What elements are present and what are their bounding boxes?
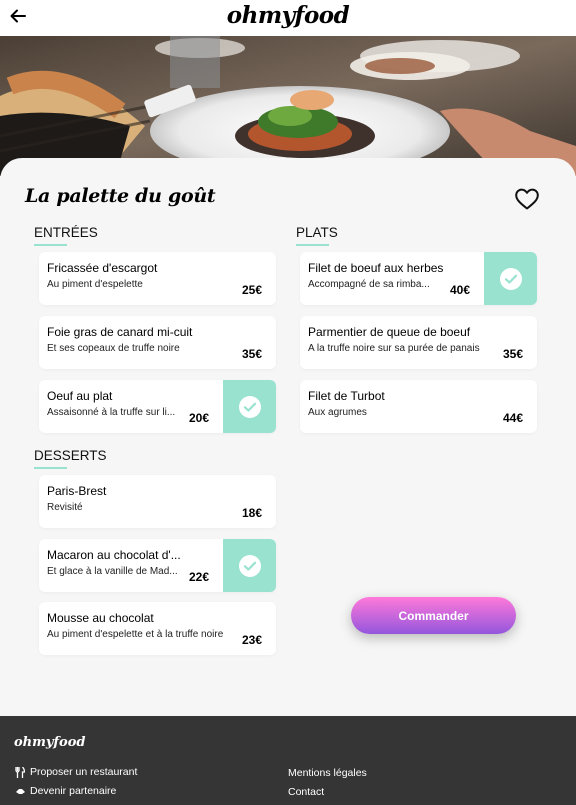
section-title-entrees: ENTRÉES [34,225,98,246]
dish-price: 40€ [449,283,470,297]
dish-price: 25€ [241,283,262,297]
dish-description: Et ses copeaux de truffe noire [47,343,180,354]
dish-card[interactable]: Oeuf au plat Assaisonné à la truffe sur … [39,380,276,433]
heart-icon[interactable] [514,187,540,211]
footer-link-legal[interactable]: Mentions légales [288,767,367,779]
check-circle-icon [238,554,261,577]
dish-description: Et glace à la vanille de Mad... [47,566,178,577]
footer-link-propose-restaurant[interactable]: Proposer un restaurant [15,766,137,778]
footer-link-label: Proposer un restaurant [30,766,138,778]
dish-price: 35€ [241,347,262,361]
selected-check-panel[interactable] [223,380,276,433]
dish-description: Au piment d'espelette [47,279,143,290]
section-title-plats: PLATS [296,225,338,246]
dish-price: 35€ [502,347,523,361]
dish-card[interactable]: Mousse au chocolat Au piment d'espelette… [39,602,276,655]
check-circle-icon [499,267,522,290]
order-button[interactable]: Commander [351,597,516,634]
dish-name: Foie gras de canard mi-cuit [47,325,193,339]
dish-card[interactable]: Parmentier de queue de boeuf A la truffe… [300,316,537,369]
footer-logo[interactable]: ohmyfood [14,735,85,750]
restaurant-name: La palette du goût [25,185,216,207]
dish-card[interactable]: Fricassée d'escargot Au piment d'espelet… [39,252,276,305]
handshake-icon [16,789,25,794]
dish-name: Mousse au chocolat [47,611,154,625]
dish-price: 18€ [241,506,262,520]
dish-name: Macaron au chocolat d'... [47,548,181,562]
dish-price: 22€ [188,570,209,584]
footer-link-contact[interactable]: Contact [288,786,324,798]
utensils-icon [15,767,25,778]
dish-name: Paris-Brest [47,484,107,498]
logo[interactable]: ohmyfood [0,2,576,29]
dish-description: Au piment d'espelette et à la truffe noi… [47,629,224,640]
dish-price: 44€ [502,411,523,425]
dish-description: Revisité [47,502,83,513]
restaurant-hero-image [0,36,576,176]
section-title-desserts: DESSERTS [34,448,107,469]
dish-name: Filet de Turbot [308,389,385,403]
dish-description: Aux agrumes [308,407,367,418]
header: ohmyfood [0,0,576,36]
dish-card[interactable]: Foie gras de canard mi-cuit Et ses copea… [39,316,276,369]
dish-card[interactable]: Paris-Brest Revisité 18€ [39,475,276,528]
dish-card[interactable]: Filet de boeuf aux herbes Accompagné de … [300,252,537,305]
dish-description: A la truffe noire sur sa purée de panais [308,343,480,354]
footer-link-become-partner[interactable]: Devenir partenaire [15,785,116,797]
footer-link-label: Devenir partenaire [30,785,117,797]
menu-card: La palette du goût ENTRÉES Fricassée d'e… [0,158,576,716]
selected-check-panel[interactable] [484,252,537,305]
dish-card[interactable]: Macaron au chocolat d'... Et glace à la … [39,539,276,592]
footer: ohmyfood Proposer un restaurant Devenir … [0,716,576,805]
dish-price: 23€ [241,633,262,647]
dish-description: Accompagné de sa rimba... [308,279,430,290]
dish-price: 20€ [188,411,209,425]
dish-card[interactable]: Filet de Turbot Aux agrumes 44€ [300,380,537,433]
check-circle-icon [238,395,261,418]
dish-name: Fricassée d'escargot [47,261,158,275]
dish-name: Filet de boeuf aux herbes [308,261,444,275]
dish-name: Parmentier de queue de boeuf [308,325,471,339]
dish-name: Oeuf au plat [47,389,113,403]
selected-check-panel[interactable] [223,539,276,592]
dish-description: Assaisonné à la truffe sur li... [47,407,176,418]
